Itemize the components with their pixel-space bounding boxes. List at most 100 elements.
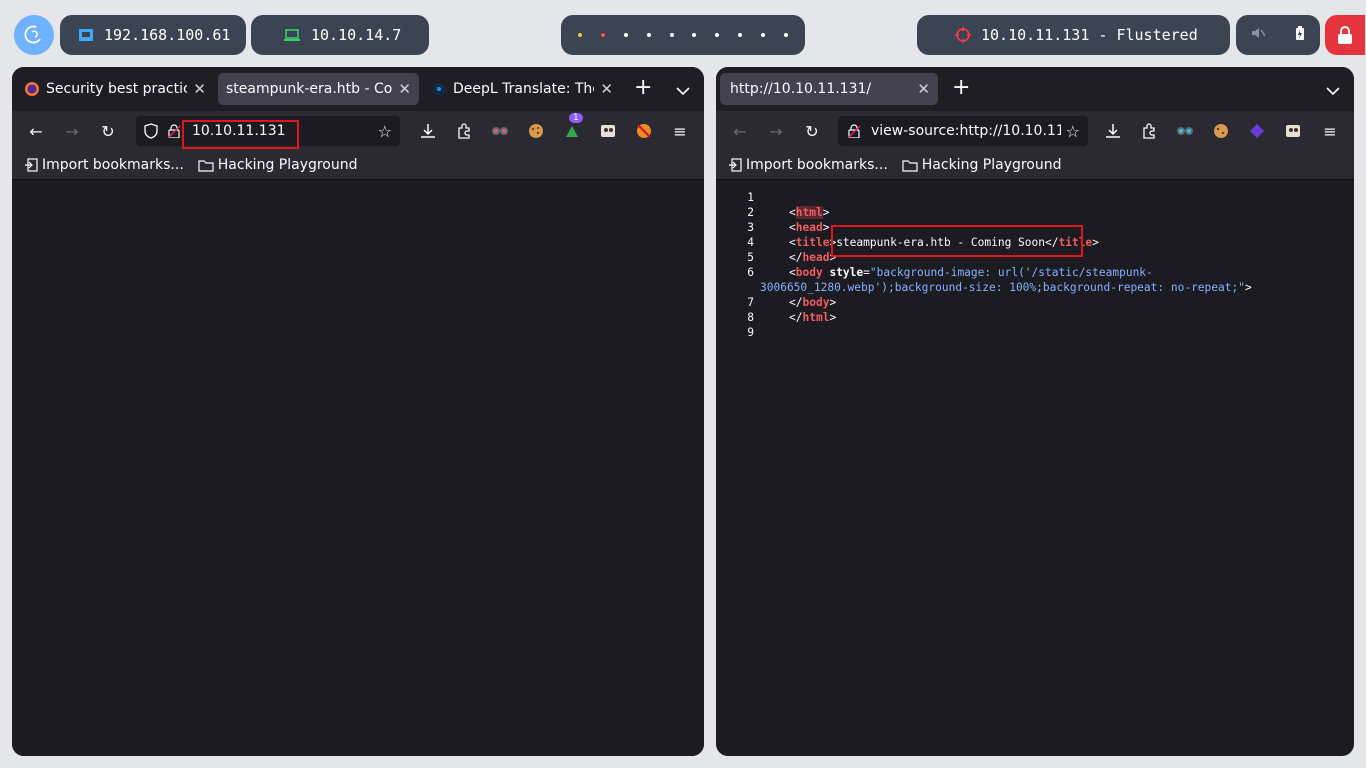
- workspace-dot[interactable]: [601, 33, 606, 37]
- user-agent-switcher-icon[interactable]: [598, 121, 618, 141]
- laptop-icon: [283, 28, 301, 42]
- left-browser-window: Security best practices ✕ steampunk-era.…: [12, 67, 704, 756]
- close-tab-icon[interactable]: ✕: [600, 80, 613, 98]
- hamburger-menu-icon[interactable]: ≡: [1320, 121, 1340, 141]
- tab-title: steampunk-era.htb - Coming Soon: [226, 81, 393, 97]
- nav-toolbar: ← → ↻ 10.10.11.131 ☆ 1 ≡: [12, 111, 704, 151]
- deepl-icon: [431, 81, 447, 97]
- list-all-tabs-icon[interactable]: [676, 81, 690, 100]
- volume-muted-icon[interactable]: [1251, 26, 1266, 44]
- reload-icon[interactable]: ↻: [802, 121, 822, 141]
- url-bar[interactable]: view-source:http://10.10.11.131/ ☆: [838, 116, 1088, 146]
- workspace-dot[interactable]: [692, 33, 697, 37]
- downloads-icon[interactable]: [418, 121, 438, 141]
- workspace-dot[interactable]: [737, 33, 742, 37]
- close-tab-icon[interactable]: ✕: [917, 80, 930, 98]
- tab-title: http://10.10.11.131/: [730, 81, 872, 97]
- tab-strip: http://10.10.11.131/ ✕ +: [716, 67, 1354, 111]
- lock-screen-button[interactable]: [1325, 15, 1365, 55]
- workspace-dot[interactable]: [669, 33, 674, 37]
- workspace-dot[interactable]: [646, 33, 651, 37]
- back-icon[interactable]: ←: [26, 121, 46, 141]
- workspace-dot[interactable]: [760, 33, 765, 37]
- highlight-box-url: [182, 120, 299, 149]
- vpn-ip-widget[interactable]: 10.10.14.7: [251, 15, 429, 55]
- tab-security-best-practices[interactable]: Security best practices ✕: [16, 73, 214, 105]
- bookmark-label: Import bookmarks...: [42, 157, 184, 173]
- source-line: 1: [747, 191, 754, 204]
- lock-icon: [1338, 26, 1352, 44]
- back-icon[interactable]: ←: [730, 121, 750, 141]
- bookmark-star-icon[interactable]: ☆: [1066, 122, 1080, 141]
- bookmark-label: Hacking Playground: [921, 157, 1062, 173]
- bookmark-hacking-playground[interactable]: Hacking Playground: [198, 157, 358, 173]
- debian-swirl-icon: [24, 25, 41, 44]
- tab-strip: Security best practices ✕ steampunk-era.…: [12, 67, 704, 111]
- host-ip-text: 192.168.100.61: [104, 26, 231, 44]
- insecure-lock-icon[interactable]: [848, 124, 860, 138]
- tracking-shield-icon[interactable]: [144, 123, 158, 139]
- hackbar-icon[interactable]: [1247, 121, 1267, 141]
- url-text: view-source:http://10.10.11.131/: [871, 123, 1061, 139]
- workspace-dot[interactable]: [715, 33, 720, 37]
- crosshair-icon: [955, 27, 971, 43]
- tab-steampunk-era[interactable]: steampunk-era.htb - Coming Soon ✕: [218, 73, 419, 105]
- new-tab-button[interactable]: +: [952, 75, 970, 100]
- new-tab-button[interactable]: +: [634, 75, 652, 100]
- tab-view-source[interactable]: http://10.10.11.131/ ✕: [720, 73, 938, 105]
- bookmark-import[interactable]: Import bookmarks...: [728, 157, 888, 173]
- workspace-dot[interactable]: [783, 33, 788, 37]
- extension-badge: 1: [569, 113, 583, 123]
- host-ip-widget[interactable]: 192.168.100.61: [60, 15, 246, 55]
- workspace-dot[interactable]: [578, 33, 583, 37]
- extensions-icon[interactable]: [454, 121, 474, 141]
- folder-icon: [902, 159, 918, 172]
- close-tab-icon[interactable]: ✕: [193, 80, 206, 98]
- foxyproxy-icon[interactable]: [490, 121, 510, 141]
- bookmark-hacking-playground[interactable]: Hacking Playground: [902, 157, 1062, 173]
- bookmark-import[interactable]: Import bookmarks...: [24, 157, 184, 173]
- hamburger-menu-icon[interactable]: ≡: [670, 121, 690, 141]
- page-content-blank: [12, 180, 704, 756]
- view-source-content: 1 2 <html> 3 <head> 4 <title>steampunk-era.…: [716, 180, 1354, 340]
- tab-title: DeepL Translate: The world's most accura…: [453, 81, 594, 97]
- os-menu-logo[interactable]: [14, 15, 54, 55]
- source-line: 6 <body style="background-image: url('/st…: [747, 266, 1153, 279]
- bookmark-star-icon[interactable]: ☆: [378, 122, 392, 141]
- close-tab-icon[interactable]: ✕: [398, 80, 411, 98]
- forward-icon[interactable]: →: [766, 121, 786, 141]
- bookmark-label: Hacking Playground: [217, 157, 358, 173]
- extensions-icon[interactable]: [1139, 121, 1159, 141]
- bookmarks-toolbar: Import bookmarks... Hacking Playground: [12, 151, 704, 180]
- firefox-icon: [24, 81, 40, 97]
- nav-toolbar: ← → ↻ view-source:http://10.10.11.131/ ☆…: [716, 111, 1354, 151]
- wappalyzer-icon[interactable]: [562, 121, 582, 141]
- source-line: 2 <html>: [747, 206, 830, 219]
- source-line: 7 </body>: [747, 296, 837, 309]
- workspace-dot[interactable]: [623, 33, 628, 37]
- bookmarks-toolbar: Import bookmarks... Hacking Playground: [716, 151, 1354, 180]
- reload-icon[interactable]: ↻: [98, 121, 118, 141]
- insecure-lock-icon[interactable]: [168, 124, 180, 138]
- cookie-editor-icon[interactable]: [526, 121, 546, 141]
- bookmark-label: Import bookmarks...: [746, 157, 888, 173]
- battery-icon[interactable]: [1295, 26, 1305, 44]
- downloads-icon[interactable]: [1103, 121, 1123, 141]
- source-line: 8 </html>: [747, 311, 837, 324]
- list-all-tabs-icon[interactable]: [1326, 81, 1340, 100]
- highlight-box-title: [831, 225, 1083, 257]
- forward-icon[interactable]: →: [62, 121, 82, 141]
- foxyproxy-icon[interactable]: [1175, 121, 1195, 141]
- tab-title: Security best practices: [46, 81, 188, 97]
- system-tray[interactable]: [1236, 15, 1320, 55]
- tab-deepl-translate[interactable]: DeepL Translate: The world's most accura…: [423, 73, 621, 105]
- source-line-wrapped: 3006650_1280.webp');background-size: 100…: [760, 281, 1252, 294]
- blocked-script-icon[interactable]: [634, 121, 654, 141]
- target-widget[interactable]: 10.10.11.131 - Flustered: [917, 15, 1230, 55]
- import-icon: [729, 158, 742, 172]
- network-card-icon: [78, 28, 94, 42]
- right-browser-window: http://10.10.11.131/ ✕ + ← → ↻ view-sour…: [716, 67, 1354, 756]
- user-agent-switcher-icon[interactable]: [1283, 121, 1303, 141]
- cookie-editor-icon[interactable]: [1211, 121, 1231, 141]
- workspace-switcher[interactable]: [561, 15, 805, 55]
